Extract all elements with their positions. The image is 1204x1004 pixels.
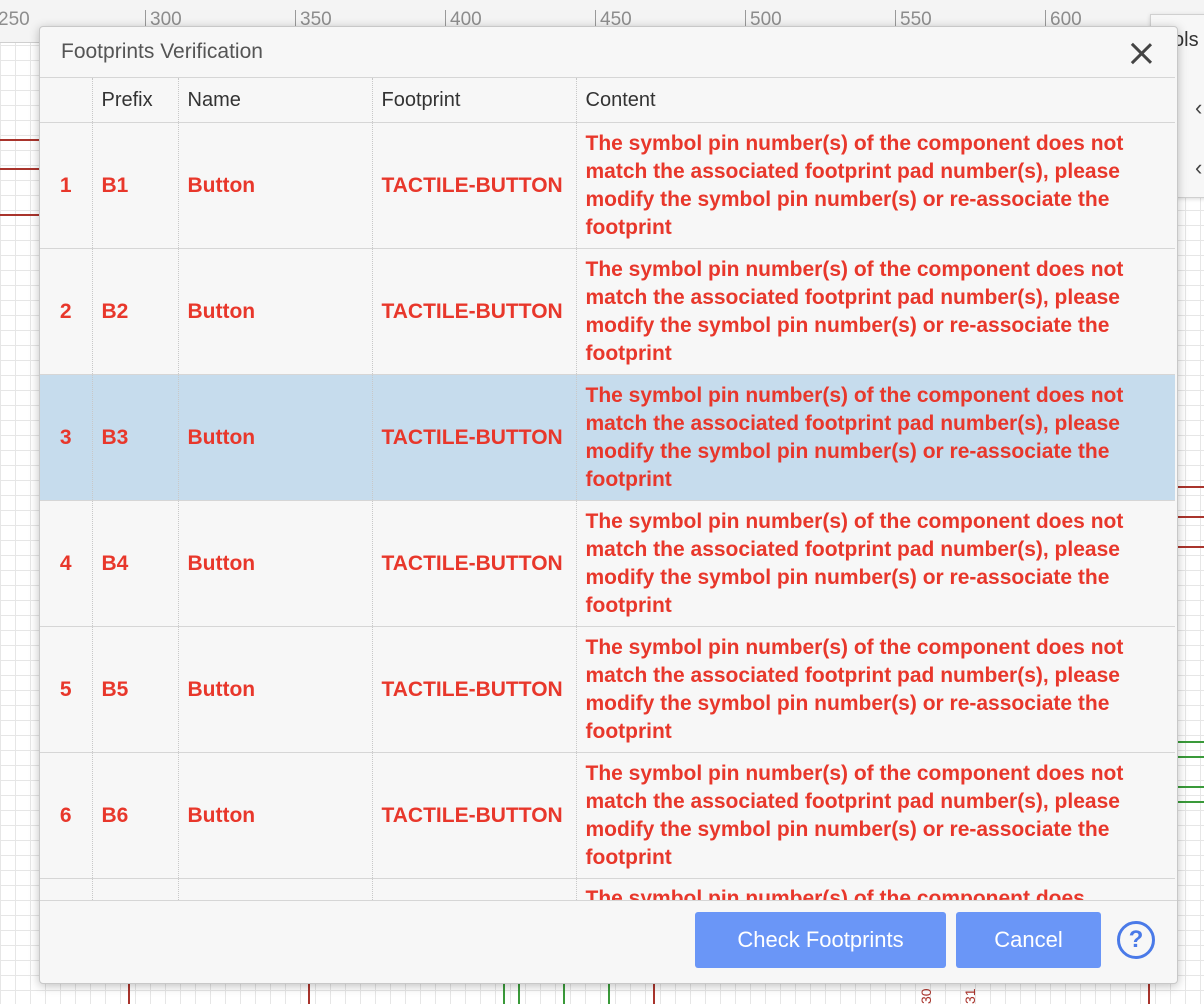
row-footprint: TACTILE-BUTTON [372,248,577,375]
footprints-verification-dialog: Footprints Verification Prefix Name Foot… [39,26,1178,984]
wire [0,139,40,141]
help-icon[interactable]: ? [1117,921,1155,959]
row-index: 4 [40,500,93,627]
wire [563,982,565,1004]
column-header-prefix[interactable]: Prefix [92,78,179,123]
canvas-pin-label: 30 [918,988,934,1004]
chevron-icon[interactable]: ‹ [1195,155,1202,181]
cancel-button[interactable]: Cancel [956,912,1101,968]
row-name: Button [178,500,373,627]
close-icon[interactable] [1127,39,1155,67]
check-footprints-button[interactable]: Check Footprints [695,912,946,968]
column-header-index [40,78,93,123]
table-row[interactable]: 5 B5 Button TACTILE-BUTTON The symbol pin nu… [40,626,1175,753]
row-footprint: TACTILE-BUTTON [372,374,577,501]
table-row[interactable]: 2 B2 Button TACTILE-BUTTON The symbol pin nu… [40,248,1175,375]
row-content: The symbol pin number(s) of the componen… [576,122,1175,249]
wire [1148,982,1150,1004]
canvas-pin-label: 31 [962,988,978,1004]
column-header-footprint[interactable]: Footprint [372,78,577,123]
wire [503,982,505,1004]
wire [1176,801,1204,803]
row-name: Button [178,626,373,753]
dialog-footer: Check Footprints Cancel ? [40,900,1177,984]
verification-table-container[interactable]: Prefix Name Footprint Content 1 B1 Button T… [40,77,1175,900]
table-row[interactable]: 3 B3 Button TACTILE-BUTTON The symbol pin nu… [40,374,1175,501]
wire [1176,756,1204,758]
chevron-icon[interactable]: ‹ [1195,95,1202,121]
column-header-content[interactable]: Content [576,78,1175,123]
wire [608,982,610,1004]
table-header-row: Prefix Name Footprint Content [40,78,1175,123]
wire [1176,786,1204,788]
wire [1176,486,1204,488]
table-row[interactable]: 4 B4 Button TACTILE-BUTTON The symbol pin nu… [40,500,1175,627]
row-index: 6 [40,752,93,879]
row-prefix: B3 [92,374,179,501]
wire [0,214,40,216]
row-content: The symbol pin number(s) of the componen… [576,878,1175,900]
row-name [178,878,373,900]
dialog-header: Footprints Verification [40,27,1177,77]
row-name: Button [178,122,373,249]
wire [128,982,130,1004]
row-index: 3 [40,374,93,501]
row-index: 5 [40,626,93,753]
row-footprint [372,878,577,900]
wire [1176,516,1204,518]
row-index: 2 [40,248,93,375]
row-prefix: B5 [92,626,179,753]
verification-table: Prefix Name Footprint Content 1 B1 Button T… [40,78,1175,900]
wire [1176,546,1204,548]
wire [653,982,655,1004]
row-footprint: TACTILE-BUTTON [372,500,577,627]
row-footprint: TACTILE-BUTTON [372,122,577,249]
wire [308,982,310,1004]
wire [1176,741,1204,743]
row-prefix: B6 [92,752,179,879]
wire [518,982,520,1004]
row-prefix [92,878,179,900]
row-content: The symbol pin number(s) of the componen… [576,752,1175,879]
column-header-name[interactable]: Name [178,78,373,123]
row-name: Button [178,374,373,501]
table-row[interactable]: 6 B6 Button TACTILE-BUTTON The symbol pin nu… [40,752,1175,879]
row-name: Button [178,752,373,879]
row-content: The symbol pin number(s) of the componen… [576,500,1175,627]
row-prefix: B4 [92,500,179,627]
row-prefix: B1 [92,122,179,249]
row-index: 1 [40,122,93,249]
wire [0,168,40,170]
row-prefix: B2 [92,248,179,375]
table-row[interactable]: The symbol pin number(s) of the componen… [40,878,1175,900]
ruler-label: 250 [0,9,30,30]
row-content: The symbol pin number(s) of the componen… [576,374,1175,501]
table-body: 1 B1 Button TACTILE-BUTTON The symbol pin nu… [40,122,1175,900]
row-index [40,878,93,900]
row-footprint: TACTILE-BUTTON [372,752,577,879]
row-footprint: TACTILE-BUTTON [372,626,577,753]
table-row[interactable]: 1 B1 Button TACTILE-BUTTON The symbol pin nu… [40,122,1175,249]
row-name: Button [178,248,373,375]
row-content: The symbol pin number(s) of the componen… [576,248,1175,375]
dialog-title: Footprints Verification [61,40,263,63]
row-content: The symbol pin number(s) of the componen… [576,626,1175,753]
